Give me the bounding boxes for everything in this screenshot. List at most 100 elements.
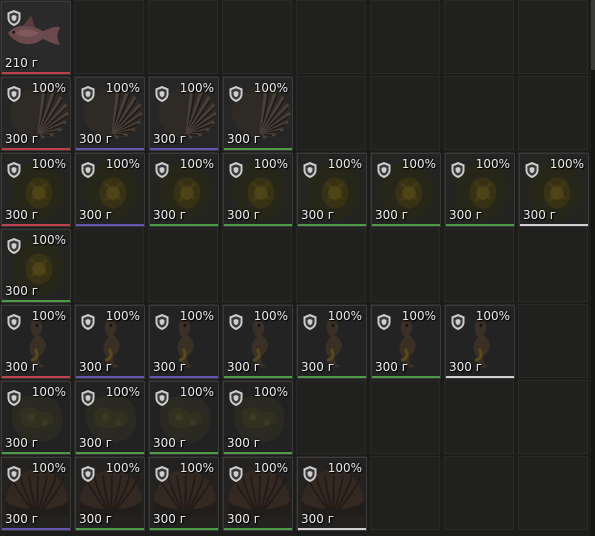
empty-slot[interactable] bbox=[444, 456, 514, 530]
inventory-slot[interactable]: 100% 300 г bbox=[0, 456, 71, 531]
inventory-slot[interactable]: 100% 300 г bbox=[148, 456, 219, 531]
inventory-item[interactable]: 100% 300 г bbox=[1, 77, 71, 151]
inventory-slot[interactable]: 100% 300 г bbox=[148, 76, 219, 151]
inventory-slot[interactable]: 100% 300 г bbox=[444, 304, 515, 379]
inventory-slot[interactable]: 100% 300 г bbox=[148, 304, 219, 379]
shield-icon bbox=[377, 162, 391, 178]
quality-bar bbox=[150, 452, 218, 454]
inventory-slot[interactable]: 100% 300 г bbox=[222, 380, 293, 455]
inventory-item[interactable]: 100% 300 г bbox=[75, 305, 145, 379]
inventory-slot[interactable]: 100% 300 г bbox=[0, 152, 71, 227]
inventory-item[interactable]: 100% 300 г bbox=[519, 153, 589, 227]
empty-slot[interactable] bbox=[296, 380, 366, 454]
empty-slot[interactable] bbox=[444, 228, 514, 302]
empty-slot[interactable] bbox=[296, 76, 366, 150]
weight-label: 300 г bbox=[301, 208, 335, 222]
empty-slot[interactable] bbox=[370, 456, 440, 530]
empty-slot[interactable] bbox=[518, 0, 588, 74]
inventory-slot[interactable]: 100% 300 г bbox=[0, 380, 71, 455]
empty-slot[interactable] bbox=[370, 76, 440, 150]
inventory-item[interactable]: 100% 300 г bbox=[371, 305, 441, 379]
inventory-item[interactable]: 100% 300 г bbox=[75, 457, 145, 531]
inventory-item[interactable]: 100% 300 г bbox=[1, 457, 71, 531]
inventory-item[interactable]: 100% 300 г bbox=[297, 457, 367, 531]
inventory-slot[interactable]: 100% 300 г bbox=[296, 304, 367, 379]
inventory-item[interactable]: 210 г bbox=[1, 1, 71, 75]
quality-bar bbox=[372, 224, 440, 226]
inventory-slot[interactable]: 100% 300 г bbox=[74, 152, 145, 227]
inventory-slot[interactable]: 100% 300 г bbox=[0, 304, 71, 379]
inventory-item[interactable]: 100% 300 г bbox=[75, 77, 145, 151]
empty-slot[interactable] bbox=[296, 0, 366, 74]
quality-bar bbox=[150, 376, 218, 378]
inventory-item[interactable]: 100% 300 г bbox=[1, 229, 71, 303]
empty-slot[interactable] bbox=[444, 76, 514, 150]
inventory-item[interactable]: 100% 300 г bbox=[223, 77, 293, 151]
durability-label: 100% bbox=[179, 157, 214, 171]
durability-label: 100% bbox=[179, 81, 214, 95]
inventory-slot[interactable]: 100% 300 г bbox=[74, 76, 145, 151]
inventory-scrollbar[interactable] bbox=[591, 0, 595, 536]
inventory-slot[interactable]: 100% 300 г bbox=[444, 152, 515, 227]
empty-slot[interactable] bbox=[518, 456, 588, 530]
empty-slot[interactable] bbox=[370, 380, 440, 454]
inventory-item[interactable]: 100% 300 г bbox=[1, 381, 71, 455]
inventory-item[interactable]: 100% 300 г bbox=[223, 381, 293, 455]
inventory-item[interactable]: 100% 300 г bbox=[223, 305, 293, 379]
inventory-slot[interactable]: 100% 300 г bbox=[296, 152, 367, 227]
empty-slot[interactable] bbox=[518, 304, 588, 378]
inventory-slot[interactable]: 100% 300 г bbox=[222, 76, 293, 151]
scrollbar-thumb[interactable] bbox=[591, 0, 595, 70]
empty-slot[interactable] bbox=[518, 228, 588, 302]
empty-slot[interactable] bbox=[148, 228, 218, 302]
inventory-item[interactable]: 100% 300 г bbox=[75, 381, 145, 455]
inventory-slot[interactable]: 100% 300 г bbox=[0, 76, 71, 151]
inventory-slot[interactable]: 210 г bbox=[0, 0, 71, 75]
inventory-item[interactable]: 100% 300 г bbox=[371, 153, 441, 227]
empty-slot[interactable] bbox=[148, 0, 218, 74]
inventory-item[interactable]: 100% 300 г bbox=[75, 153, 145, 227]
inventory-item[interactable]: 100% 300 г bbox=[1, 153, 71, 227]
inventory-slot[interactable]: 100% 300 г bbox=[370, 152, 441, 227]
empty-slot[interactable] bbox=[444, 0, 514, 74]
inventory-slot[interactable]: 100% 300 г bbox=[370, 304, 441, 379]
inventory-item[interactable]: 100% 300 г bbox=[297, 305, 367, 379]
inventory-slot[interactable]: 100% 300 г bbox=[222, 304, 293, 379]
inventory-item[interactable]: 100% 300 г bbox=[297, 153, 367, 227]
weight-label: 300 г bbox=[523, 208, 557, 222]
inventory-slot[interactable]: 100% 300 г bbox=[74, 380, 145, 455]
inventory-slot[interactable]: 100% 300 г bbox=[518, 152, 589, 227]
empty-slot[interactable] bbox=[74, 0, 144, 74]
inventory-item[interactable]: 100% 300 г bbox=[1, 305, 71, 379]
empty-slot[interactable] bbox=[296, 228, 366, 302]
inventory-slot[interactable]: 100% 300 г bbox=[222, 456, 293, 531]
empty-slot[interactable] bbox=[74, 228, 144, 302]
inventory-item[interactable]: 100% 300 г bbox=[149, 457, 219, 531]
quality-bar bbox=[298, 376, 366, 378]
empty-slot[interactable] bbox=[518, 380, 588, 454]
inventory-slot[interactable]: 100% 300 г bbox=[222, 152, 293, 227]
inventory-item[interactable]: 100% 300 г bbox=[223, 457, 293, 531]
empty-slot[interactable] bbox=[370, 0, 440, 74]
empty-slot[interactable] bbox=[444, 380, 514, 454]
inventory-slot[interactable]: 100% 300 г bbox=[148, 152, 219, 227]
empty-slot[interactable] bbox=[370, 228, 440, 302]
inventory-item[interactable]: 100% 300 г bbox=[149, 305, 219, 379]
inventory-item[interactable]: 100% 300 г bbox=[445, 153, 515, 227]
durability-label: 100% bbox=[253, 461, 288, 475]
inventory-slot[interactable]: 100% 300 г bbox=[74, 304, 145, 379]
inventory-item[interactable]: 100% 300 г bbox=[223, 153, 293, 227]
empty-slot[interactable] bbox=[518, 76, 588, 150]
inventory-slot[interactable]: 100% 300 г bbox=[74, 456, 145, 531]
inventory-item[interactable]: 100% 300 г bbox=[445, 305, 515, 379]
empty-slot[interactable] bbox=[222, 228, 292, 302]
shield-icon bbox=[229, 314, 243, 330]
inventory-item[interactable]: 100% 300 г bbox=[149, 77, 219, 151]
inventory-slot[interactable]: 100% 300 г bbox=[296, 456, 367, 531]
inventory-slot[interactable]: 100% 300 г bbox=[148, 380, 219, 455]
quality-bar bbox=[446, 376, 514, 378]
empty-slot[interactable] bbox=[222, 0, 292, 74]
inventory-item[interactable]: 100% 300 г bbox=[149, 381, 219, 455]
inventory-slot[interactable]: 100% 300 г bbox=[0, 228, 71, 303]
inventory-item[interactable]: 100% 300 г bbox=[149, 153, 219, 227]
